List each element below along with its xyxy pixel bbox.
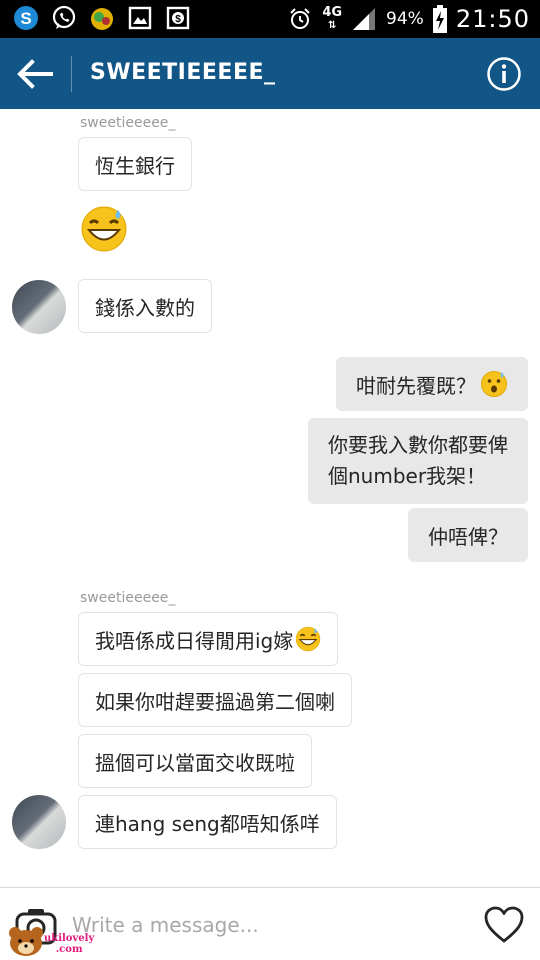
avatar[interactable]	[12, 280, 66, 334]
back-button[interactable]	[12, 52, 58, 96]
app-bar: SWEETIEEEEE_	[0, 38, 540, 109]
incoming-message[interactable]: 我唔係成日得閒用ig嫁	[78, 612, 339, 666]
grinning-sweat-emoji	[296, 626, 321, 652]
sender-name: sweetieeeee_	[80, 115, 176, 131]
incoming-message[interactable]: 恆生銀行	[78, 137, 192, 191]
whatsapp-icon	[50, 4, 78, 32]
outgoing-message[interactable]: 咁耐先覆既？	[336, 357, 528, 411]
info-icon	[487, 57, 521, 91]
network-type: 4G ⇅	[322, 4, 343, 31]
gallery-icon	[126, 4, 154, 32]
incoming-message[interactable]: 錢係入數的	[78, 279, 212, 333]
appbar-divider	[71, 56, 72, 92]
message-thread[interactable]: sweetieeeee_ 恆生銀行 錢係入數的 咁耐先覆既？ 你要我入數你都要俾…	[0, 109, 540, 887]
astonished-emoji	[481, 371, 507, 397]
avatar[interactable]	[12, 795, 66, 849]
watermark-text: ukilovely .com	[44, 933, 95, 955]
like-button[interactable]	[484, 906, 524, 944]
skype-icon: S	[12, 4, 40, 32]
battery-percent: 94%	[386, 9, 424, 29]
money-app-icon: $	[164, 4, 192, 32]
message-line: 你要我入數你都要俾	[328, 433, 508, 457]
outgoing-message[interactable]: 仲唔俾？	[408, 508, 528, 562]
outgoing-message[interactable]: 你要我入數你都要俾 個number我架！	[308, 418, 528, 504]
back-arrow-icon	[17, 59, 53, 89]
signal-icon	[350, 5, 378, 33]
sender-name: sweetieeeee_	[80, 590, 176, 606]
grinning-sweat-emoji[interactable]	[80, 205, 128, 257]
bear-mascot-icon	[9, 927, 43, 956]
message-line: 個number我架！	[328, 464, 487, 488]
svg-text:$: $	[175, 14, 181, 25]
incoming-message[interactable]: 連hang seng都唔知係咩	[78, 795, 337, 849]
incoming-message[interactable]: 如果你咁趕要搵過第二個喇	[78, 673, 352, 727]
heart-icon	[484, 906, 524, 943]
incoming-message[interactable]: 搵個可以當面交收既啦	[78, 734, 312, 788]
svg-text:S: S	[20, 9, 31, 28]
battery-charging-icon	[432, 5, 448, 33]
status-bar: S $ 4G ⇅ 94% 21:50	[0, 0, 540, 38]
alarm-icon	[286, 5, 314, 33]
game-app-icon	[88, 4, 116, 32]
info-button[interactable]	[486, 56, 522, 92]
watermark-logo: ukilovely .com	[6, 925, 95, 959]
conversation-title[interactable]: SWEETIEEEEE_	[90, 60, 276, 85]
message-input[interactable]	[72, 908, 462, 942]
message-text: 我唔係成日得閒用ig嫁	[95, 628, 294, 653]
clock: 21:50	[455, 5, 530, 33]
message-text: 咁耐先覆既？	[356, 373, 476, 398]
